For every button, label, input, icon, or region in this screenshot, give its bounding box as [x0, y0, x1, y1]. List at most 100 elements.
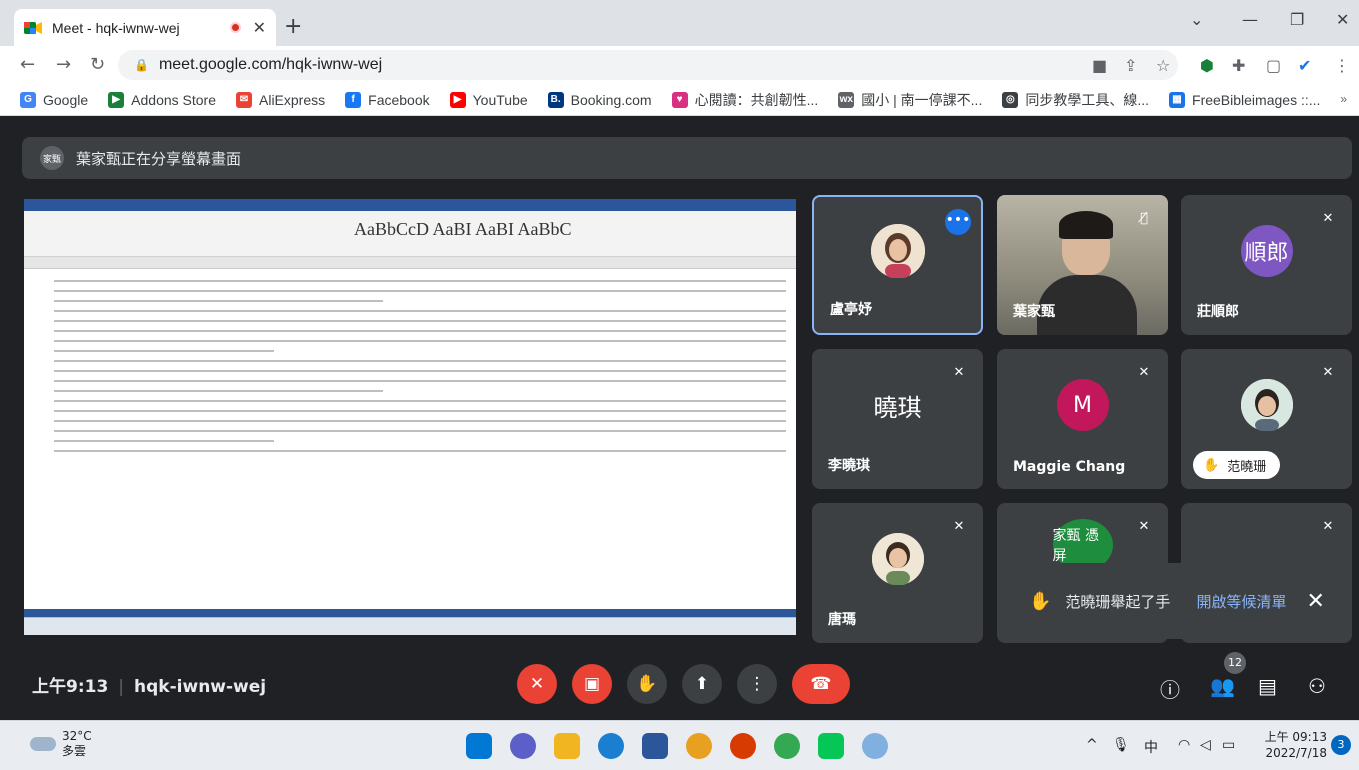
- side-panel-icon[interactable]: ▢: [1266, 56, 1281, 75]
- extensions-puzzle-icon[interactable]: ✚: [1232, 56, 1245, 75]
- dismiss-icon[interactable]: ✕: [1306, 589, 1324, 614]
- camera-icon[interactable]: ■: [1092, 56, 1107, 75]
- meet-icon: [24, 21, 42, 34]
- back-icon[interactable]: ←: [20, 54, 35, 75]
- more-options-button[interactable]: ⋮: [737, 664, 777, 704]
- tray-expand-icon[interactable]: ^: [1086, 737, 1098, 753]
- open-queue-link[interactable]: 開啟等候清單: [1196, 591, 1286, 612]
- chat-icon[interactable]: ▤: [1258, 674, 1277, 698]
- ime-indicator[interactable]: 中: [1144, 737, 1158, 757]
- mic-off-button[interactable]: ✕: [517, 664, 557, 704]
- muted-mic-icon: ✕: [1138, 519, 1150, 534]
- meeting-details-icon[interactable]: ⓘ: [1160, 674, 1180, 703]
- camera-off-button[interactable]: ▣: [572, 664, 612, 704]
- document-text-line: [54, 420, 786, 422]
- edge-icon[interactable]: [598, 733, 624, 759]
- app-icon[interactable]: [730, 733, 756, 759]
- extension-shield-icon[interactable]: ⬢: [1200, 56, 1214, 75]
- temperature: 32°C: [62, 729, 92, 743]
- participant-name: 唐瑪: [828, 612, 856, 628]
- participant-tile-4[interactable]: 曉琪 ✕ 李曉琪: [812, 349, 983, 489]
- more-options-icon[interactable]: •••: [945, 209, 971, 235]
- bookmark-item[interactable]: ♥ 心閱讀：共創韌性...: [671, 90, 818, 110]
- raised-hand-notification: ✋ 范曉珊舉起了手 開啟等候清單 ✕: [1011, 563, 1341, 639]
- bookmark-item[interactable]: f Facebook: [345, 91, 430, 108]
- participant-photo: [1240, 379, 1293, 431]
- minimize-icon[interactable]: —: [1242, 10, 1258, 29]
- bookmark-label: Booking.com: [570, 91, 652, 108]
- reload-icon[interactable]: ↻: [90, 54, 105, 75]
- cloud-icon: [30, 737, 56, 751]
- bookmark-item[interactable]: ▦ FreeBibleimages ::...: [1169, 91, 1320, 108]
- bookmark-label: 國小 | 南一停課不...: [861, 91, 983, 108]
- tab-title: Meet - hqk-iwnw-wej: [52, 19, 180, 36]
- participant-name: 李曉琪: [828, 458, 870, 474]
- participant-tile-3[interactable]: 順郎 ✕ 莊順郎: [1181, 195, 1352, 335]
- bookmark-item[interactable]: ▶ YouTube: [449, 91, 528, 108]
- line-icon[interactable]: [818, 733, 844, 759]
- bookmark-item[interactable]: ✉ AliExpress: [236, 91, 325, 108]
- bookmark-favicon-icon: ▶: [108, 91, 125, 108]
- mic-tray-icon[interactable]: 🎙: [1112, 737, 1130, 753]
- document-page: [24, 269, 796, 452]
- muted-mic-icon: ✕: [1322, 211, 1334, 226]
- browser-tab[interactable]: Meet - hqk-iwnw-wej ✕: [14, 9, 276, 46]
- wifi-icon[interactable]: ◠: [1178, 737, 1190, 753]
- window-close-icon[interactable]: ✕: [1336, 10, 1349, 29]
- word-icon[interactable]: [642, 733, 668, 759]
- participant-tile-7[interactable]: ✕ 唐瑪: [812, 503, 983, 643]
- start-icon[interactable]: [466, 733, 492, 759]
- present-button[interactable]: ⬆: [682, 664, 722, 704]
- document-text-line: [54, 400, 786, 402]
- file-explorer-icon[interactable]: [554, 733, 580, 759]
- document-text-line: [54, 430, 786, 432]
- raised-hand-chip: ✋ 范曉珊: [1193, 451, 1281, 479]
- address-bar[interactable]: 🔒 meet.google.com/hqk-iwnw-wej: [118, 50, 1178, 80]
- muted-mic-icon: ✕: [953, 519, 965, 534]
- participant-tile-1[interactable]: ••• 盧亭妤: [812, 195, 983, 335]
- menu-kebab-icon[interactable]: ⋮: [1334, 56, 1350, 75]
- muted-mic-icon: ✕: [1322, 519, 1334, 534]
- bookmark-label: Google: [43, 91, 89, 108]
- new-tab-icon[interactable]: +: [284, 14, 302, 39]
- raise-hand-button[interactable]: ✋: [627, 664, 667, 704]
- paint-icon[interactable]: [862, 733, 888, 759]
- bookmark-item[interactable]: G Google: [20, 91, 89, 108]
- document-text-line: [54, 330, 786, 332]
- volume-icon[interactable]: ◁: [1200, 737, 1211, 753]
- battery-icon[interactable]: ▭: [1222, 737, 1235, 753]
- tab-search-icon[interactable]: ⌄: [1190, 10, 1203, 29]
- document-text-line: [54, 300, 384, 302]
- system-clock[interactable]: 上午 09:13 2022/7/18: [1265, 729, 1327, 761]
- lock-icon[interactable]: 🔒: [134, 58, 149, 72]
- document-text-line: [54, 370, 786, 372]
- forward-icon[interactable]: →: [56, 54, 71, 75]
- bookmark-item[interactable]: ◎ 同步教學工具、線...: [1002, 90, 1149, 110]
- bookmark-star-icon[interactable]: ☆: [1156, 56, 1170, 75]
- restore-icon[interactable]: ❐: [1290, 10, 1304, 29]
- bookmark-item[interactable]: ▶ Addons Store: [108, 91, 216, 108]
- participant-photo: [871, 533, 924, 585]
- document-text-line: [54, 410, 786, 412]
- muted-mic-icon: ✕: [953, 365, 965, 380]
- profile-shield-icon[interactable]: ✔: [1298, 56, 1311, 75]
- participant-tile-6[interactable]: ✕ ✋ 范曉珊: [1181, 349, 1352, 489]
- chrome-profile-icon[interactable]: [774, 733, 800, 759]
- browser-toolbar: ← → ↻ 🔒 meet.google.com/hqk-iwnw-wej ■ ⇪…: [0, 46, 1359, 84]
- chrome-icon[interactable]: [686, 733, 712, 759]
- notification-count[interactable]: 3: [1331, 735, 1351, 755]
- word-ribbon: AaBbCcD AaBI AaBI AaBbC: [24, 199, 796, 257]
- bookmark-item[interactable]: B. Booking.com: [547, 91, 652, 108]
- bookmarks-overflow-icon[interactable]: »: [1340, 92, 1347, 106]
- tab-close-icon[interactable]: ✕: [253, 18, 266, 37]
- chat-app-icon[interactable]: [510, 733, 536, 759]
- participant-tile-5[interactable]: M ✕ Maggie Chang: [997, 349, 1168, 489]
- activities-icon[interactable]: ⚇: [1308, 674, 1326, 698]
- leave-call-button[interactable]: ☎: [792, 664, 850, 704]
- people-icon[interactable]: 👥: [1210, 674, 1235, 698]
- participant-tile-2[interactable]: 🎙̸ 葉家甄: [997, 195, 1168, 335]
- share-icon[interactable]: ⇪: [1124, 56, 1137, 75]
- weather-widget[interactable]: 32°C 多雲: [30, 729, 92, 759]
- bookmark-favicon-icon: B.: [547, 91, 564, 108]
- bookmark-item[interactable]: wx 國小 | 南一停課不...: [838, 90, 982, 110]
